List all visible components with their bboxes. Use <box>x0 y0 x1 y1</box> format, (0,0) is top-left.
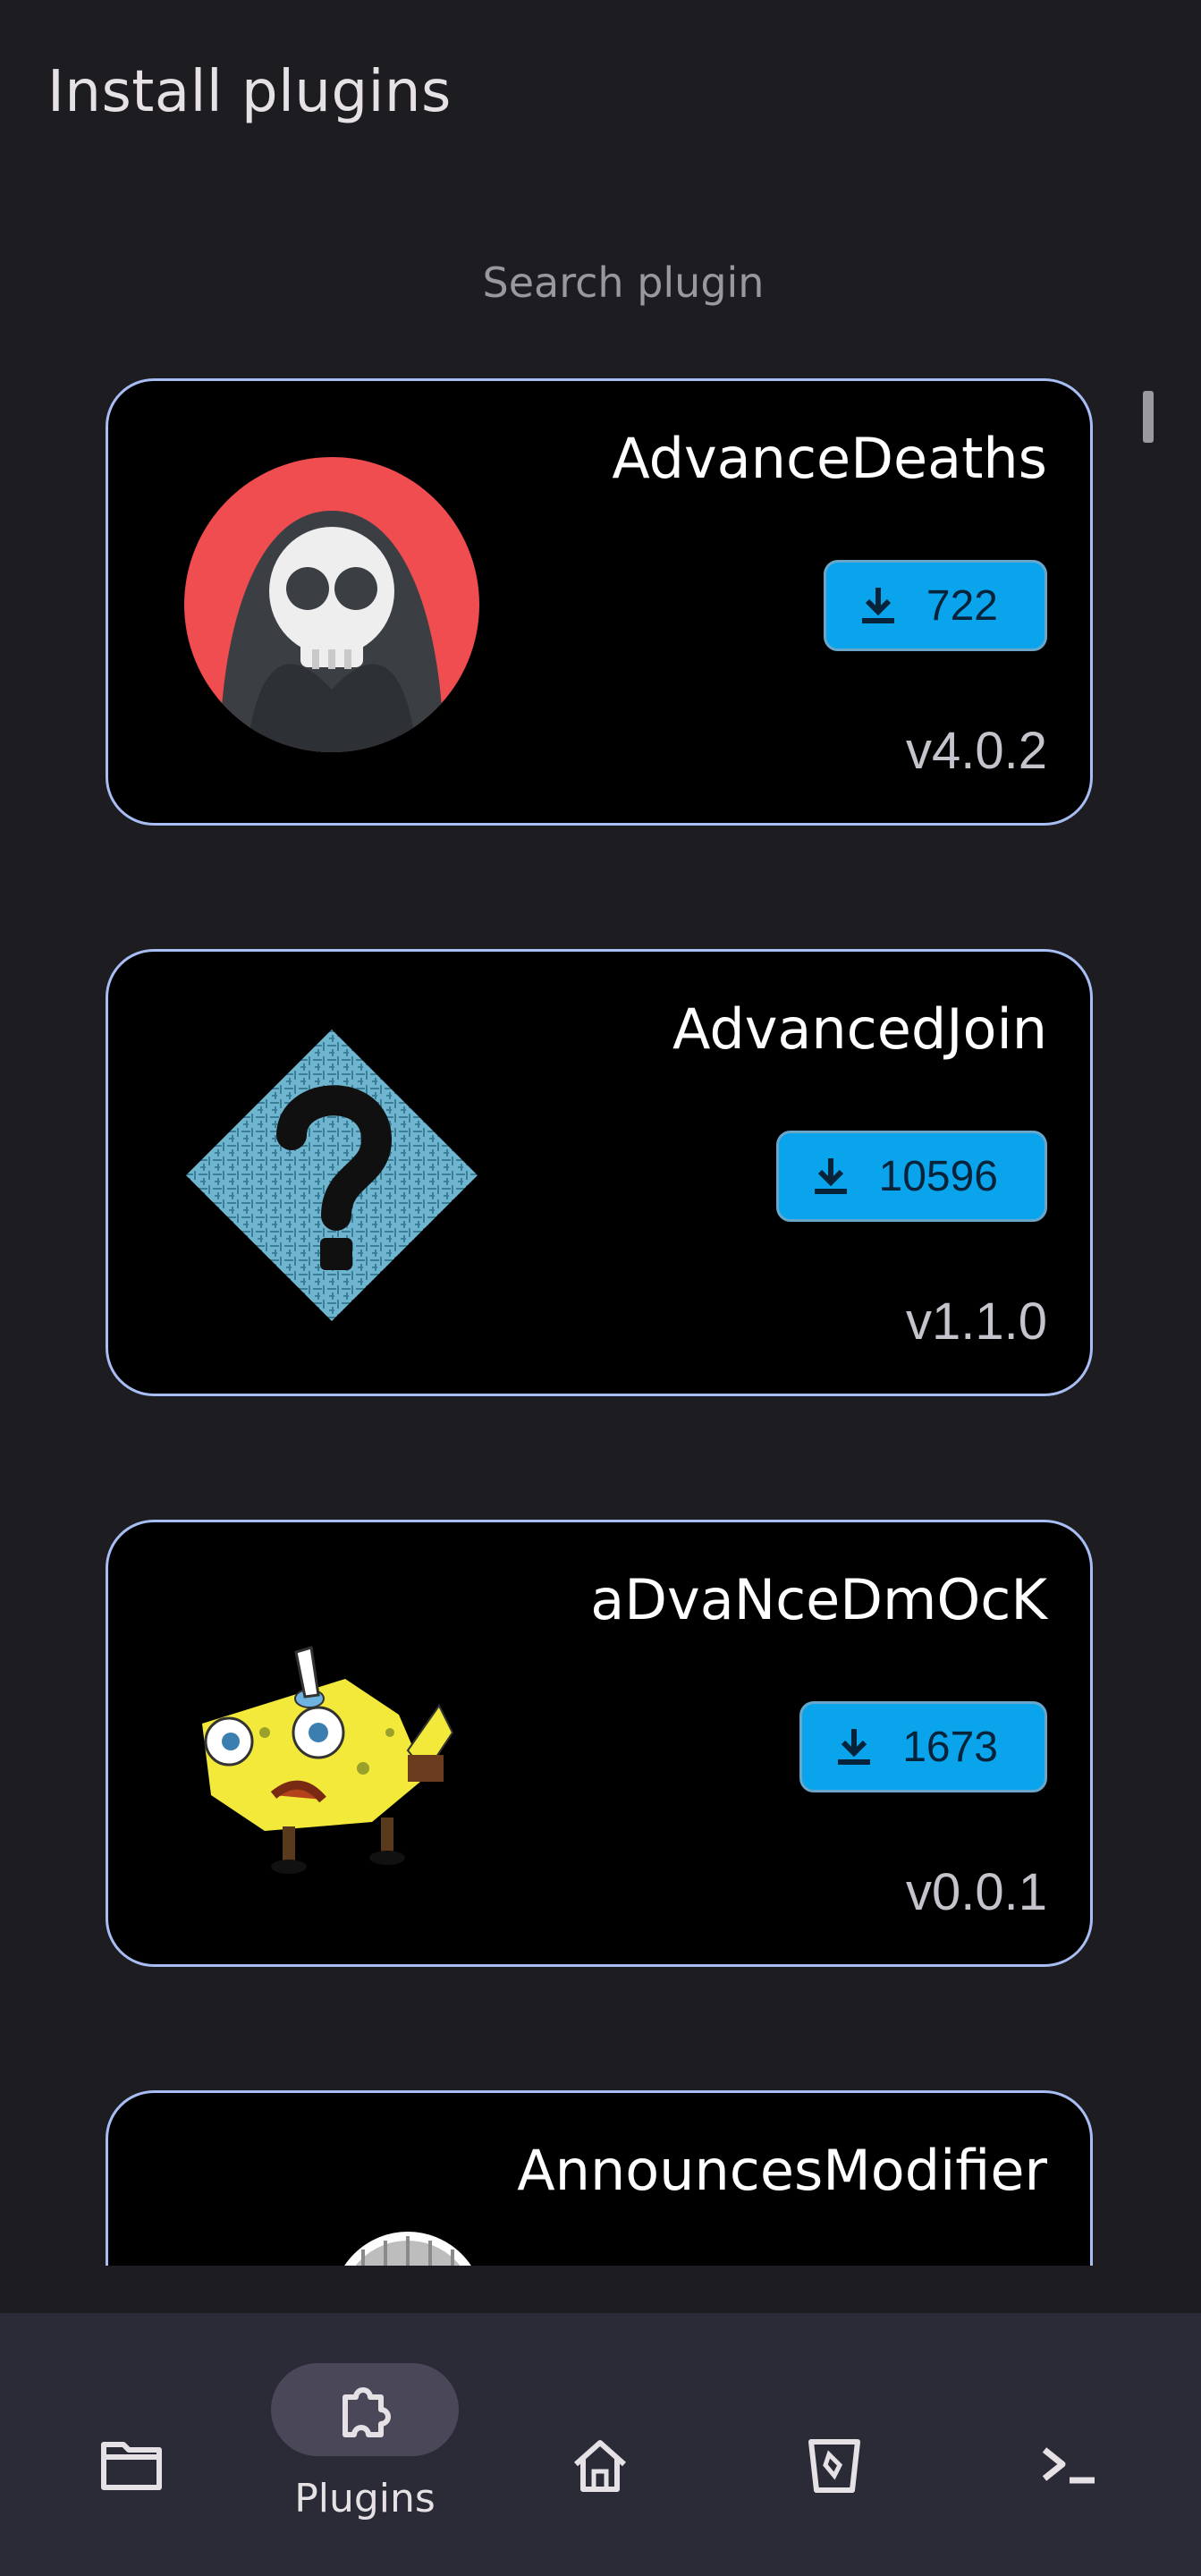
download-button[interactable]: 1673 <box>799 1701 1047 1792</box>
plugin-version: v4.0.2 <box>906 722 1047 780</box>
racket-icon <box>344 2232 471 2266</box>
home-icon <box>564 2429 636 2501</box>
plugin-name: aDvaNceDmOcK <box>590 1567 1047 1632</box>
mocking-sponge-icon <box>202 1646 454 1874</box>
plugin-card-advancedeaths[interactable]: AdvanceDeaths 722 v4.0.2 <box>106 378 1093 826</box>
plugin-card-advancedmock[interactable]: aDvaNceDmOcK 1673 v0.0.1 <box>106 1520 1093 1967</box>
search-input[interactable] <box>107 242 1139 324</box>
nav-item-home[interactable] <box>511 2313 689 2576</box>
bottom-navigation: Plugins <box>0 2313 1201 2576</box>
nav-label-plugins: Plugins <box>294 2476 436 2521</box>
nav-selected-indicator <box>271 2363 459 2456</box>
plugin-version: v1.1.0 <box>906 1292 1047 1351</box>
question-diamond-icon <box>186 1030 478 1321</box>
download-count: 10596 <box>878 1152 998 1200</box>
app-root: Install plugins AdvanceDeaths <box>0 0 1201 2576</box>
download-count: 1673 <box>902 1723 998 1771</box>
download-icon <box>838 1729 871 1765</box>
plugin-card-advancedjoin[interactable]: AdvancedJoin 10596 v1.1.0 <box>106 949 1093 1396</box>
download-count: 722 <box>926 581 998 630</box>
nav-item-plugins[interactable]: Plugins <box>271 2313 459 2576</box>
plugin-name: AdvanceDeaths <box>612 426 1047 491</box>
bucket-icon <box>799 2429 870 2501</box>
plugin-list: AdvanceDeaths 722 v4.0.2 AdvancedJoin 10… <box>0 358 1201 2266</box>
plugin-version: v0.0.1 <box>906 1863 1047 1921</box>
folder-icon <box>96 2429 167 2501</box>
download-button[interactable]: 722 <box>823 560 1047 651</box>
download-button[interactable]: 10596 <box>775 1131 1047 1222</box>
plugin-card-announcesmodifier[interactable]: AnnouncesModifier <box>106 2090 1093 2266</box>
download-icon <box>861 588 894 623</box>
plugin-name: AnnouncesModifier <box>517 2138 1047 2203</box>
download-icon <box>814 1158 847 1194</box>
nav-item-files[interactable] <box>42 2313 221 2576</box>
page-title: Install plugins <box>47 59 452 125</box>
plugin-name: AdvancedJoin <box>672 996 1047 1062</box>
hooded-skull-icon <box>184 457 479 752</box>
nav-item-console[interactable] <box>979 2313 1158 2576</box>
nav-item-backup[interactable] <box>745 2313 924 2576</box>
puzzle-icon <box>343 2387 391 2437</box>
terminal-icon <box>1033 2429 1104 2501</box>
